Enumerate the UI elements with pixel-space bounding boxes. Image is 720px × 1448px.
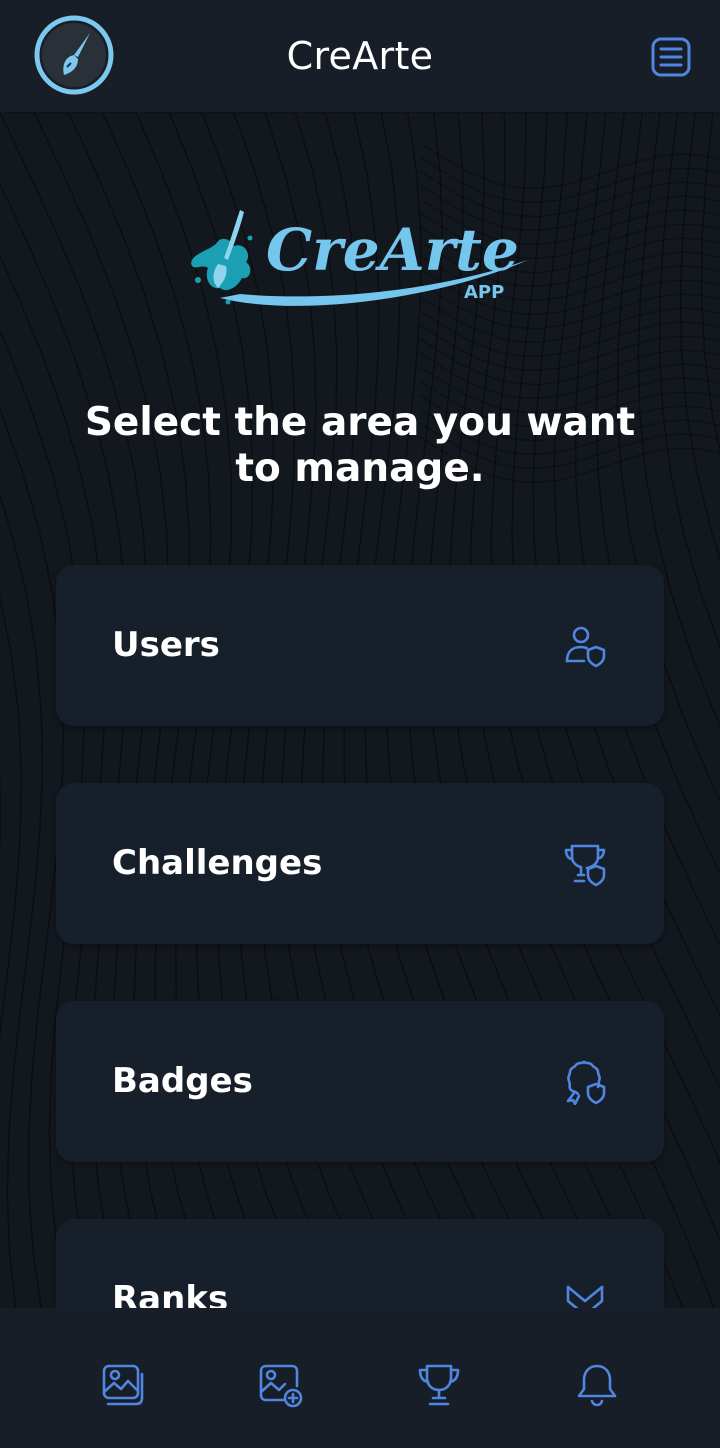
badge-shield-icon: [566, 1060, 606, 1105]
gallery-icon[interactable]: [100, 1362, 146, 1408]
card-challenges[interactable]: Challenges: [56, 783, 664, 944]
card-users[interactable]: Users: [56, 565, 664, 726]
menu-list-icon[interactable]: [648, 34, 694, 80]
card-badges[interactable]: Badges: [56, 1001, 664, 1162]
crearte-brand-logo: CreArte APP: [191, 210, 528, 306]
bottom-navigation: [0, 1308, 720, 1448]
rank-icon: [566, 1285, 604, 1308]
brand-name: CreArte: [266, 216, 519, 284]
card-challenges-label: Challenges: [112, 843, 323, 883]
add-image-icon[interactable]: [257, 1362, 303, 1408]
main-content: CreArte APP Select the area you want to …: [0, 113, 720, 1308]
user-shield-icon: [565, 626, 606, 668]
page-heading: Select the area you want to manage.: [84, 400, 636, 491]
card-badges-label: Badges: [112, 1061, 253, 1101]
bell-icon[interactable]: [574, 1362, 620, 1408]
top-app-bar: CreArte: [0, 0, 720, 113]
trophy-shield-icon: [564, 844, 606, 887]
card-ranks-label: Ranks: [112, 1279, 229, 1308]
app-title: CreArte: [286, 34, 434, 78]
card-users-label: Users: [112, 625, 220, 665]
card-ranks[interactable]: Ranks: [56, 1219, 664, 1308]
brand-sub: APP: [464, 282, 504, 303]
trophy-icon[interactable]: [416, 1362, 462, 1408]
